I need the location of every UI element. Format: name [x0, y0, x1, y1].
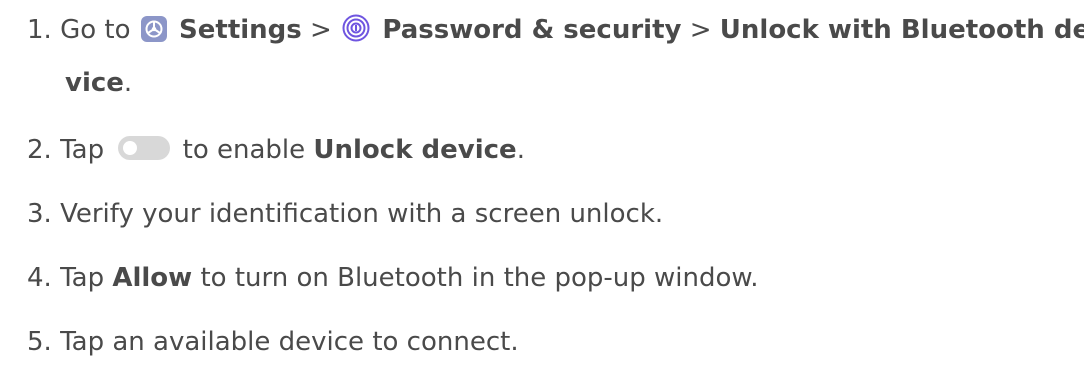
toggle-switch-icon [118, 136, 171, 160]
step-text: Tap [60, 263, 105, 293]
step-number: 2. [27, 135, 52, 165]
step-number: 5. [27, 327, 52, 357]
step-1: 1. Go to Settings > Password & security … [27, 13, 1084, 47]
toggle-knob [123, 141, 138, 155]
allow-label: Allow [112, 263, 193, 293]
step-number: 3. [27, 199, 52, 229]
step-3: 3. Verify your identification with a scr… [27, 197, 663, 231]
settings-icon [140, 16, 167, 42]
step-4: 4. Tap Allow to turn on Bluetooth in the… [27, 261, 759, 295]
path-separator: > [689, 15, 712, 45]
path-separator: > [310, 15, 332, 45]
step-text: Tap an available device to connect. [60, 327, 519, 357]
settings-label: Settings [179, 15, 302, 45]
step-period: . [123, 68, 133, 98]
fingerprint-icon [342, 14, 370, 42]
step-number: 1. [27, 15, 52, 45]
step-text: to turn on Bluetooth in the pop-up windo… [200, 263, 759, 293]
step-text: to enable [182, 135, 306, 165]
unlock-device-label: Unlock device [313, 135, 517, 165]
step-5: 5. Tap an available device to connect. [27, 325, 519, 359]
password-security-label: Password & security [382, 15, 682, 45]
step-text: Verify your identification with a screen… [60, 199, 664, 229]
step-text: Go to [60, 15, 131, 45]
step-text: Tap [60, 135, 105, 165]
unlock-bluetooth-label-cont: vice [65, 68, 124, 98]
step-2: 2. Tap to enable Unlock device. [27, 133, 525, 167]
unlock-bluetooth-label: Unlock with Bluetooth de- [719, 15, 1084, 45]
step-number: 4. [27, 263, 52, 293]
instruction-steps: 1. Go to Settings > Password & security … [0, 0, 1084, 372]
step-period: . [516, 135, 525, 165]
step-1-continuation: vice. [65, 66, 132, 100]
